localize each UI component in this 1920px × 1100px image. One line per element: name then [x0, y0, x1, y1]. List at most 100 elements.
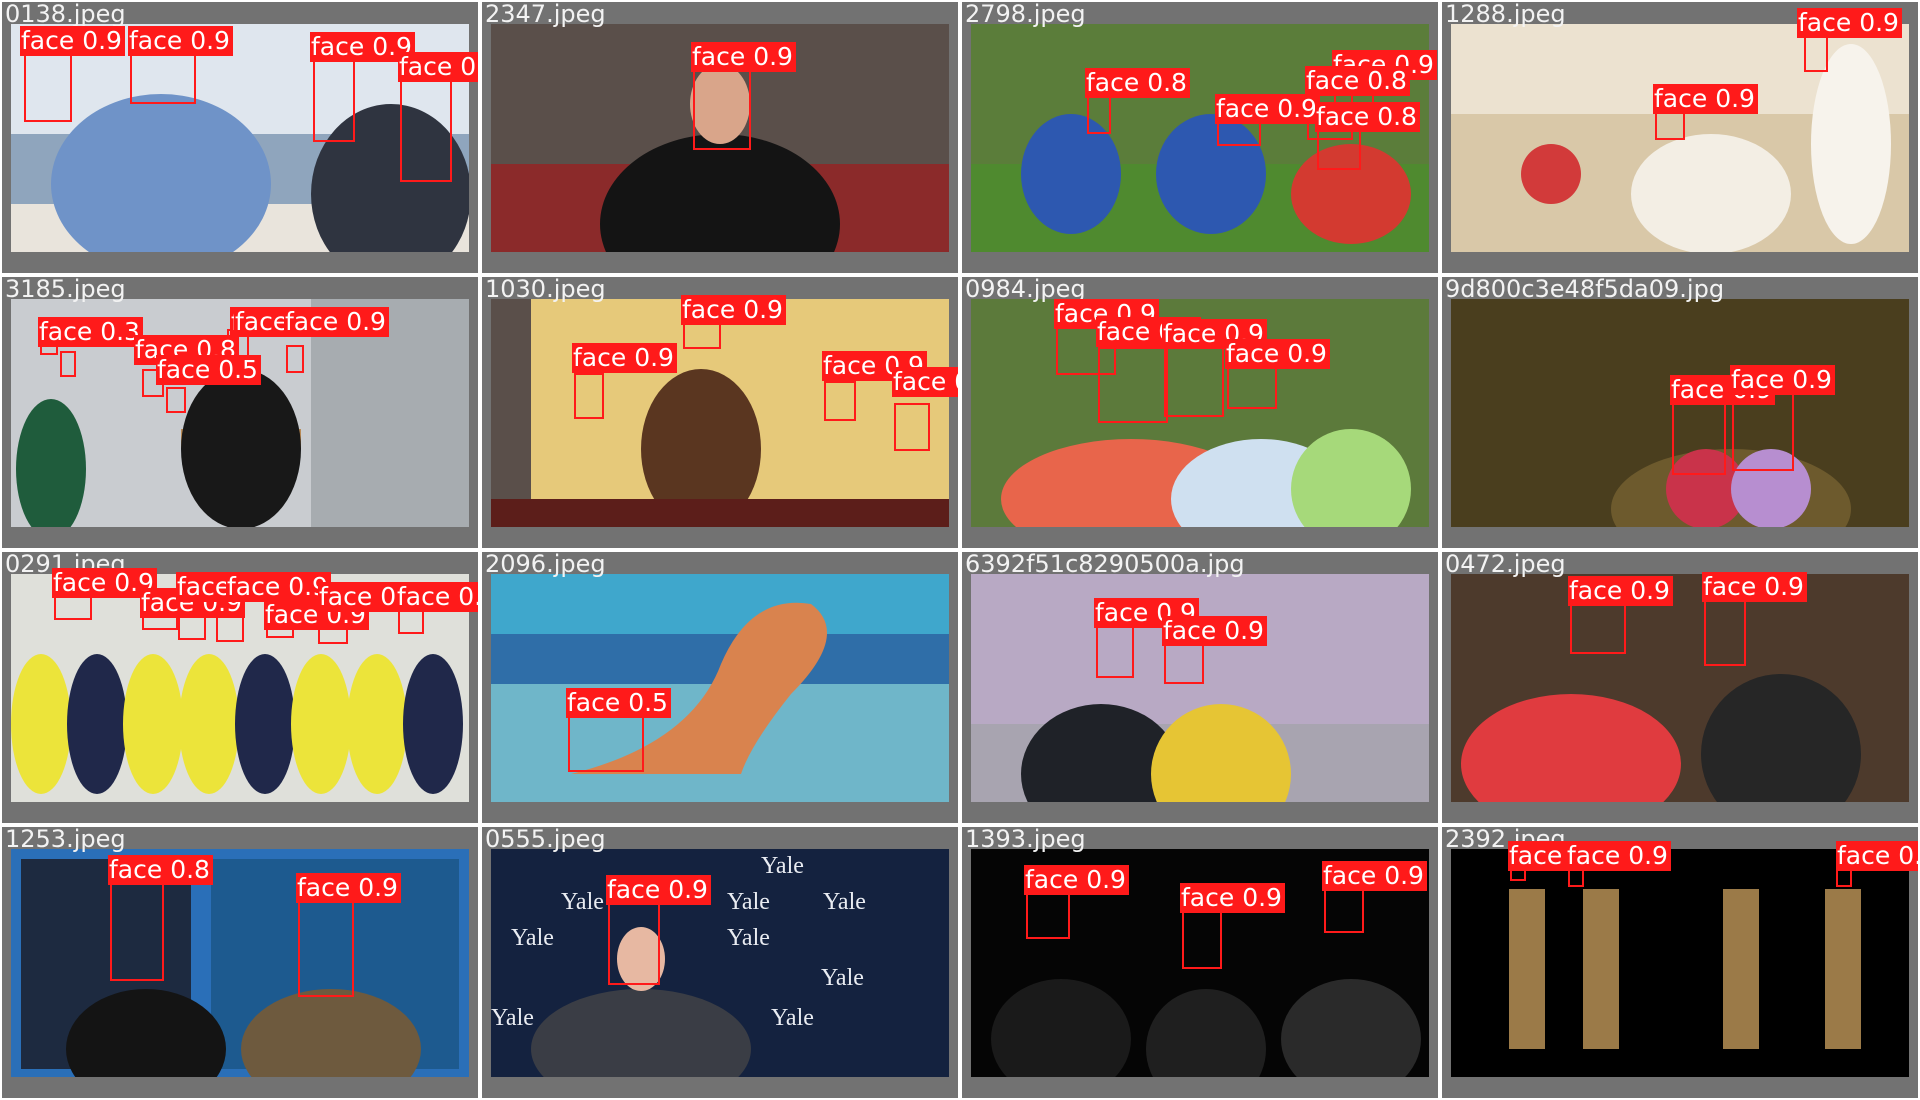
- image-tile[interactable]: 6392f51c8290500a.jpg face 0.9 face 0.9: [962, 552, 1438, 823]
- detection-label: face 0.8: [398, 52, 478, 82]
- detection-label: face 0.9: [296, 873, 401, 903]
- face-bounding-box: [1098, 347, 1168, 423]
- image-tile[interactable]: 9d800c3e48f5da09.jpg face 0.9 face 0.9: [1442, 277, 1918, 548]
- uniform: [1723, 889, 1759, 1049]
- tile-filename: 3185.jpeg: [5, 277, 126, 303]
- face-bounding-box: [568, 712, 644, 772]
- detection-label: face 0.8: [1305, 66, 1410, 96]
- detection-label: face 0.5: [156, 355, 261, 385]
- image-tile[interactable]: 2347.jpeg face 0.9: [482, 2, 958, 273]
- flowers: [1521, 144, 1581, 204]
- detection-label: face 0.9: [1322, 861, 1427, 891]
- face-bounding-box: [60, 351, 76, 377]
- detection-label: face 0.9: [1162, 616, 1267, 646]
- person-shirt: [347, 654, 407, 794]
- image-tile[interactable]: 1288.jpeg face 0.9 face 0.9: [1442, 2, 1918, 273]
- detection-label: face 0.9: [1702, 572, 1807, 602]
- scene-illustration: [971, 574, 1429, 802]
- detection-label: face 0.9: [606, 875, 711, 905]
- uniform: [1583, 889, 1619, 1049]
- image-tile[interactable]: 1253.jpeg face 0.8 face 0.9: [2, 827, 478, 1098]
- tile-filename: 0555.jpeg: [485, 827, 606, 853]
- face-bounding-box: [608, 897, 660, 985]
- face-bounding-box: [1096, 622, 1134, 678]
- person-shirt: [123, 654, 183, 794]
- detection-label: face 0.9: [1730, 365, 1835, 395]
- detection-label: face 0.9: [20, 26, 125, 56]
- face-bounding-box: [286, 345, 304, 373]
- detection-label: face 0.9: [1215, 94, 1320, 124]
- face-bounding-box: [574, 373, 604, 419]
- tile-filename: 1030.jpeg: [485, 277, 606, 303]
- stage-floor: [491, 499, 949, 527]
- detection-label: face 0.9: [1024, 865, 1129, 895]
- image-tile[interactable]: 3185.jpegface 0.3face 0.8face 0.9face 0.…: [2, 277, 478, 548]
- image-tile[interactable]: Yale Yale Yale Yale Yale Yale Yale Yale Yale 0555…: [482, 827, 958, 1098]
- image-tile[interactable]: 2798.jpeg face 0.8 face 0.9 face 0.9 face 0.…: [962, 2, 1438, 273]
- face-bounding-box: [894, 403, 930, 451]
- uniform: [1825, 889, 1861, 1049]
- detection-label: face 0.5: [566, 688, 671, 718]
- yale-backdrop-text: Yale: [771, 1005, 814, 1031]
- tile-filename: 1253.jpeg: [5, 827, 126, 853]
- tile-filename: 1393.jpeg: [965, 827, 1086, 853]
- detection-label: face 0.9: [1180, 883, 1285, 913]
- person-suit: [181, 369, 301, 527]
- detection-label: face 0.9: [1653, 84, 1758, 114]
- face-bounding-box: [166, 387, 186, 413]
- tile-photo: Yale Yale Yale Yale Yale Yale Yale Yale Yale: [491, 849, 949, 1077]
- therapist-uniform: [1811, 44, 1891, 244]
- detection-label: face 0.9: [284, 307, 389, 337]
- detection-label: face 0.8: [1085, 68, 1190, 98]
- face-bounding-box: [298, 897, 354, 997]
- face-bounding-box: [1704, 594, 1746, 666]
- image-tile[interactable]: 2096.jpeg face 0.5: [482, 552, 958, 823]
- tile-filename: 1288.jpeg: [1445, 2, 1566, 28]
- yale-backdrop-text: Yale: [491, 1005, 534, 1031]
- detection-label: face 0.9: [681, 295, 786, 325]
- person-shirt: [11, 654, 71, 794]
- pool-water: [491, 574, 949, 634]
- image-tile[interactable]: 2392.jpegface 0.9face 0.9face 0.9: [1442, 827, 1918, 1098]
- person-shirt: [291, 654, 351, 794]
- image-tile[interactable]: 0138.jpegface 0.9face 0.9face 0.9face 0.…: [2, 2, 478, 273]
- detection-label: face 0.3: [38, 317, 143, 347]
- yale-backdrop-text: Yale: [561, 889, 604, 915]
- tile-filename: 2798.jpeg: [965, 2, 1086, 28]
- uniform: [1509, 889, 1545, 1049]
- tile-filename: 6392f51c8290500a.jpg: [965, 552, 1245, 578]
- detection-label: face 0.8: [1315, 102, 1420, 132]
- face-bounding-box: [1182, 911, 1222, 969]
- image-tile[interactable]: 0984.jpeg face 0.9 face 0.9 face 0.9 face 0.…: [962, 277, 1438, 548]
- scene-illustration: [491, 574, 949, 802]
- tile-filename: 2096.jpeg: [485, 552, 606, 578]
- detection-label: face 0.9: [1568, 576, 1673, 606]
- tile-photo: [491, 574, 949, 802]
- image-tile[interactable]: 0291.jpegface 0.9face 0.9face 0.9face 0.…: [2, 552, 478, 823]
- image-tile[interactable]: 1030.jpegface 0.9face 0.9face 0.9face 0.…: [482, 277, 958, 548]
- tile-photo: [1451, 574, 1909, 802]
- detection-label: face 0.9: [1836, 841, 1918, 871]
- image-tile[interactable]: 1393.jpeg face 0.9 face 0.9 face 0.9: [962, 827, 1438, 1098]
- detection-label: face 0.9: [1566, 841, 1671, 871]
- image-tile[interactable]: 0472.jpeg face 0.9 face 0.9: [1442, 552, 1918, 823]
- detection-label: face 0.9: [128, 26, 233, 56]
- face-bounding-box: [110, 881, 164, 981]
- tile-filename: 0472.jpeg: [1445, 552, 1566, 578]
- curtain: [491, 299, 531, 527]
- face-bounding-box: [1672, 401, 1726, 475]
- yale-backdrop-text: Yale: [727, 925, 770, 951]
- detection-label: face 0.9: [572, 343, 677, 373]
- detection-label: face 0.9: [1225, 339, 1330, 369]
- detection-label: face 0.9: [396, 582, 478, 612]
- detection-label: face 0.9: [691, 42, 796, 72]
- face-bounding-box: [1164, 347, 1224, 417]
- yale-backdrop-text: Yale: [821, 965, 864, 991]
- yale-backdrop-text: Yale: [823, 889, 866, 915]
- yale-backdrop-text: Yale: [727, 889, 770, 915]
- tile-photo: [971, 574, 1429, 802]
- person-shirt: [179, 654, 239, 794]
- face-bounding-box: [824, 381, 856, 421]
- yale-backdrop-text: Yale: [511, 925, 554, 951]
- tile-filename: 9d800c3e48f5da09.jpg: [1445, 277, 1725, 303]
